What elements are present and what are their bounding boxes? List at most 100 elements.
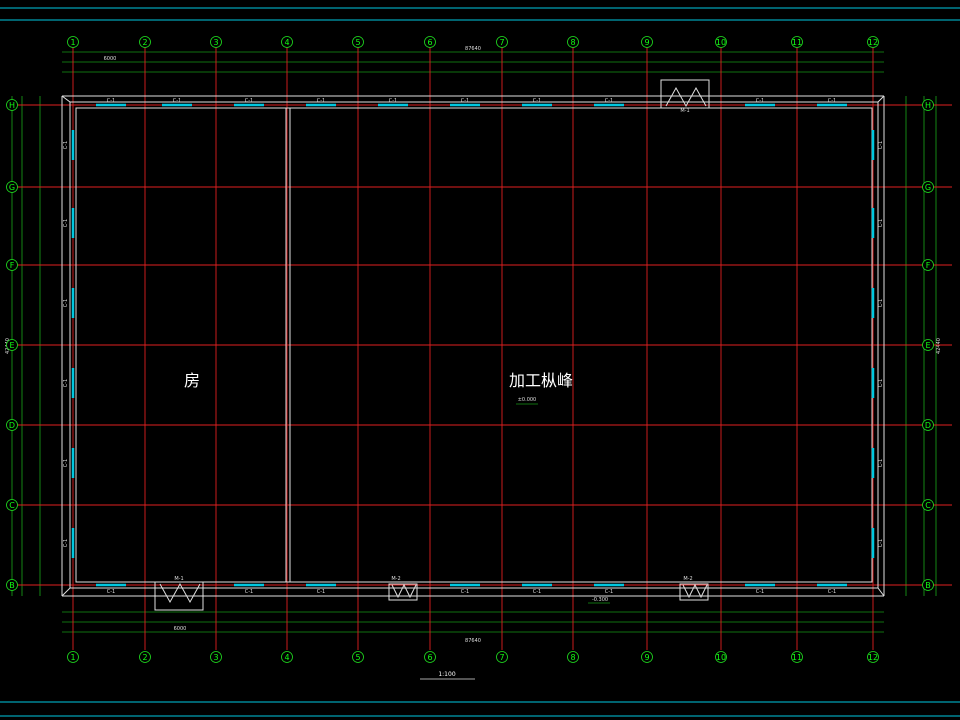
axis-bubble-right-E: E [922,339,934,351]
axis-bubble-right-G: G [922,181,934,193]
room-label-left: 房 [184,371,200,390]
room-label-right: 加工枞峰 [509,371,573,390]
window-right-3-label: C-1 [878,299,884,307]
outside-level-mark: -0.300 [592,597,608,603]
svg-text:F: F [926,261,931,270]
axis-bubble-left-G: G [6,181,18,193]
svg-text:8: 8 [570,38,575,47]
axis-bubble-top-5: 5 [352,36,364,48]
axis-bubble-bottom-8: 8 [567,651,579,663]
axis-bubble-bottom-9: 9 [641,651,653,663]
axis-bubble-left-E: E [6,339,18,351]
axis-bubble-top-6: 6 [424,36,436,48]
svg-text:G: G [925,183,931,192]
axis-bubble-bottom-12: 12 [867,651,879,663]
outer-walls [61,95,885,597]
svg-text:G: G [9,183,15,192]
svg-text:4: 4 [284,38,289,47]
structural-grid [8,46,952,650]
svg-text:C: C [9,501,15,510]
drawing-title-text: 1:100 [438,671,455,678]
axis-bubble-right-F: F [922,259,934,271]
window-top-2-label: C-1 [173,98,181,104]
axis-bubbles: 112233445566778899101011111212H HG GF FE ED D… [6,36,934,663]
window-bottom-1-label: C-1 [107,589,115,595]
window-top-8-label: C-1 [605,98,613,104]
svg-text:6: 6 [427,38,432,47]
svg-text:5: 5 [355,38,360,47]
bay-width-bottom: 6000 [174,626,187,632]
windows: C-1 C-1 C-1 C-1 C-1 C-1 C-1 C-1 C-1 C-1 C-1 C-1 C-1 C… [63,98,884,595]
svg-text:3: 3 [213,38,218,47]
svg-text:1: 1 [70,653,75,662]
window-left-1-label: C-1 [63,141,69,149]
window-left-2-label: C-1 [63,219,69,227]
axis-bubble-bottom-1: 1 [67,651,79,663]
window-bottom-8-label: C-1 [828,589,836,595]
axis-bubble-right-C: C [922,499,934,511]
window-right-1-label: C-1 [878,141,884,149]
svg-text:D: D [9,421,15,430]
axis-bubble-left-C: C [6,499,18,511]
door-m2-bottom [388,583,418,601]
door-m1-top-label: M-1 [680,108,689,114]
svg-text:C: C [925,501,931,510]
door-m2-bottom-label: M-2 [391,576,400,582]
window-top-9-label: C-1 [756,98,764,104]
window-bottom-4-label: C-1 [461,589,469,595]
overall-width-top: 87640 [465,46,481,52]
axis-bubble-top-8: 8 [567,36,579,48]
window-right-4-label: C-1 [878,379,884,387]
window-left-6-label: C-1 [63,539,69,547]
axis-bubble-left-D: D [6,419,18,431]
svg-text:F: F [10,261,15,270]
svg-text:E: E [9,341,14,350]
axis-bubble-bottom-2: 2 [139,651,151,663]
axis-bubble-top-2: 2 [139,36,151,48]
axis-bubble-top-12: 12 [867,36,879,48]
window-bottom-5-label: C-1 [533,589,541,595]
svg-text:11: 11 [792,653,802,662]
axis-bubble-top-7: 7 [496,36,508,48]
floor-level-mark: ±0.000 [518,397,537,403]
window-bottom-3-label: C-1 [317,589,325,595]
svg-text:B: B [925,581,931,590]
window-top-3-label: C-1 [245,98,253,104]
axis-bubble-left-B: B [6,579,18,591]
svg-text:8: 8 [570,653,575,662]
svg-text:1: 1 [70,38,75,47]
axis-bubble-bottom-11: 11 [791,651,803,663]
axis-bubble-left-F: F [6,259,18,271]
axis-bubble-right-H: H [922,99,934,111]
window-right-6-label: C-1 [878,539,884,547]
axis-bubble-top-4: 4 [281,36,293,48]
overall-depth-right: 42440 [936,338,942,354]
door-m1-bottom-label: M-1 [174,576,183,582]
window-top-6-label: C-1 [461,98,469,104]
svg-text:2: 2 [142,653,147,662]
sheet-frame [0,7,960,717]
svg-text:10: 10 [716,38,726,47]
window-top-4-label: C-1 [317,98,325,104]
svg-text:7: 7 [499,38,504,47]
window-top-10-label: C-1 [828,98,836,104]
svg-text:4: 4 [284,653,289,662]
door-m2-bottom-right [679,583,709,601]
svg-text:5: 5 [355,653,360,662]
window-bottom-7-label: C-1 [756,589,764,595]
svg-text:10: 10 [716,653,726,662]
overall-width-bottom: 87640 [465,638,481,644]
svg-text:12: 12 [868,653,878,662]
axis-bubble-top-1: 1 [67,36,79,48]
axis-bubble-right-B: B [922,579,934,591]
svg-text:12: 12 [868,38,878,47]
axis-bubble-right-D: D [922,419,934,431]
axis-bubble-bottom-4: 4 [281,651,293,663]
window-right-2-label: C-1 [878,219,884,227]
window-top-7-label: C-1 [533,98,541,104]
axis-bubble-top-11: 11 [791,36,803,48]
window-bottom-2-label: C-1 [245,589,253,595]
svg-text:9: 9 [644,653,649,662]
bay-width-top: 6000 [104,56,117,62]
door-m1-top [660,79,710,109]
